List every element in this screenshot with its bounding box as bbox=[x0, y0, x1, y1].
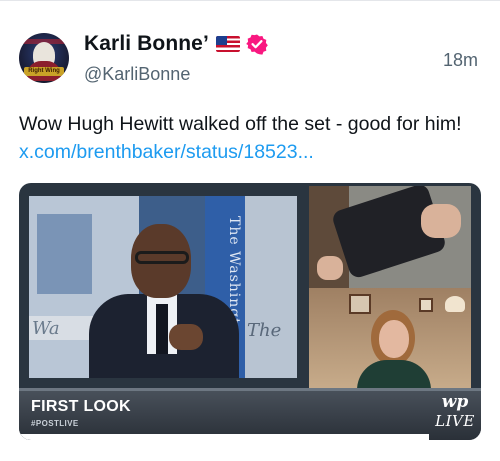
top-divider bbox=[0, 0, 500, 1]
clip-video-panel bbox=[309, 186, 471, 288]
lower-third-subtitle: #POSTLIVE bbox=[31, 419, 79, 428]
post-link[interactable]: x.com/brenthbaker/status/18523... bbox=[19, 141, 314, 163]
video-player[interactable]: Wa The Washington The FIRST LOOK #POSTLI… bbox=[19, 183, 481, 440]
anchor-video-panel: Wa The Washington The bbox=[29, 196, 297, 378]
wp-logo-mark: wp bbox=[441, 392, 469, 412]
post-text-body: Wow Hugh Hewitt walked off the set - goo… bbox=[19, 113, 462, 135]
lower-third-title: FIRST LOOK bbox=[31, 398, 131, 415]
verified-badge-icon[interactable] bbox=[246, 33, 268, 55]
lower-third-banner: FIRST LOOK #POSTLIVE wp LIVE bbox=[19, 388, 481, 440]
left-wall-text: Wa bbox=[32, 318, 60, 339]
author-name-row: Karli Bonne’ bbox=[84, 31, 268, 57]
author-display-name[interactable]: Karli Bonne’ bbox=[84, 32, 209, 56]
author-handle[interactable]: @KarliBonne bbox=[84, 64, 190, 85]
right-wall-text: The bbox=[247, 320, 282, 341]
author-avatar[interactable]: Right Wing bbox=[19, 33, 69, 83]
post-timestamp[interactable]: 18m bbox=[443, 50, 478, 71]
us-flag-icon bbox=[215, 36, 240, 52]
wp-logo-live: LIVE bbox=[435, 412, 475, 430]
wp-live-logo: wp LIVE bbox=[435, 392, 475, 436]
avatar-ribbon: Right Wing bbox=[24, 67, 64, 76]
guest-video-panel bbox=[309, 288, 471, 388]
post-text: Wow Hugh Hewitt walked off the set - goo… bbox=[19, 110, 484, 166]
